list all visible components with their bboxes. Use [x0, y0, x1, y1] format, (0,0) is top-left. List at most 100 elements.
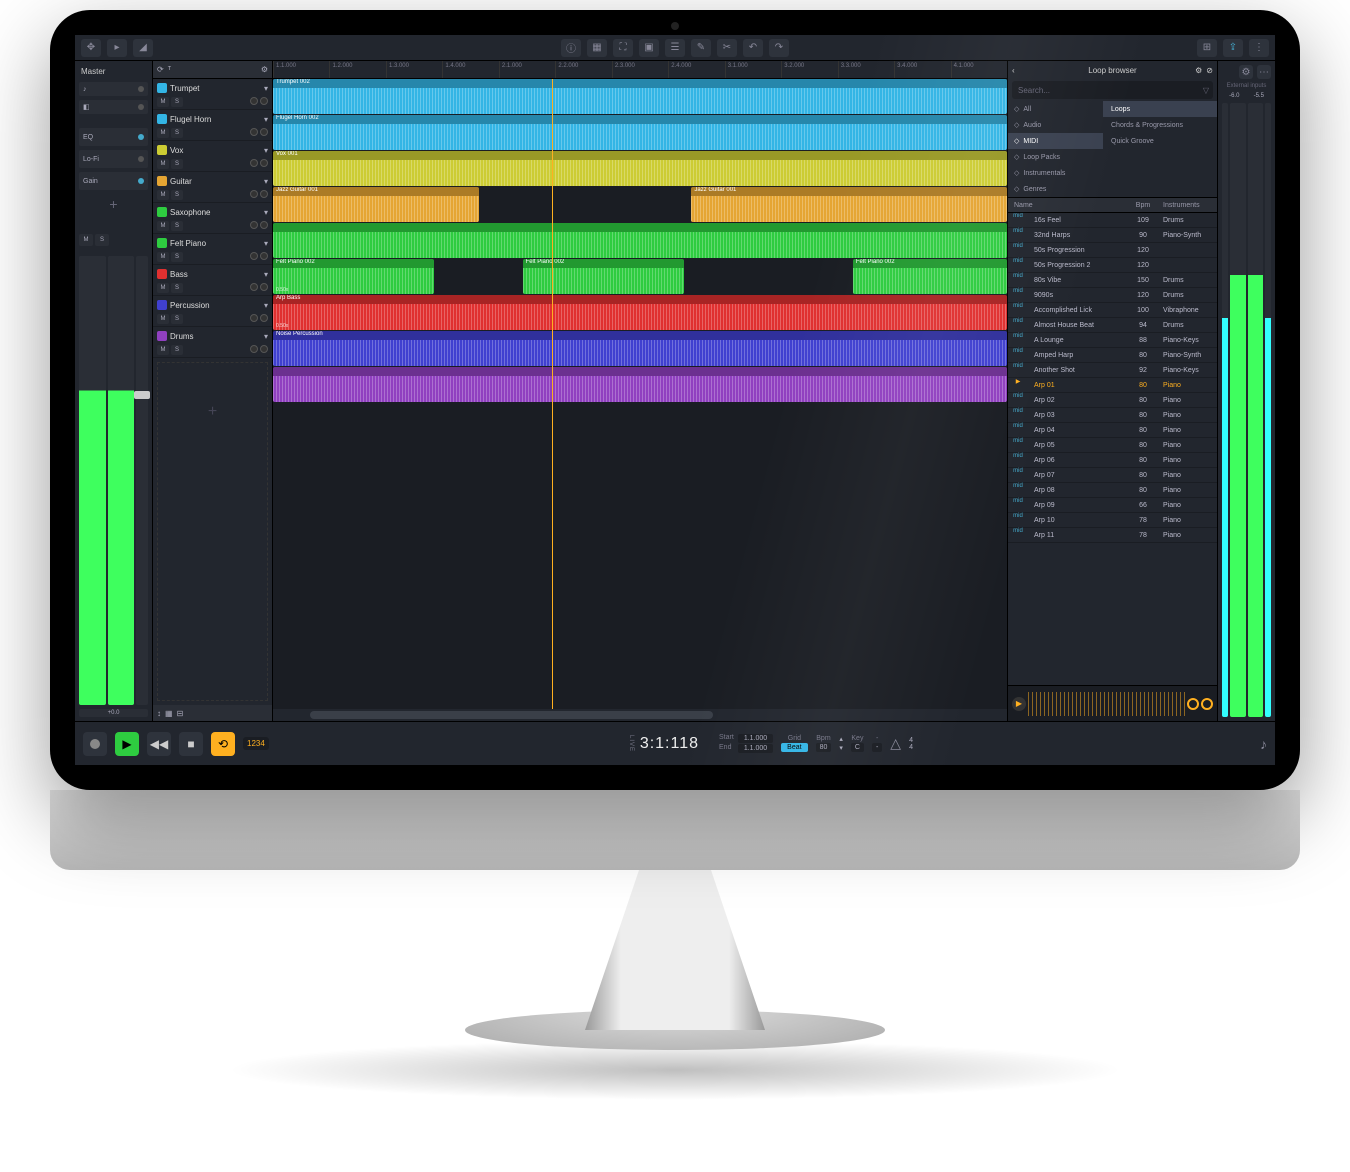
- pointer-tool-icon[interactable]: ▸: [107, 39, 127, 57]
- vertical-zoom-icon[interactable]: ↕: [157, 709, 161, 718]
- cut-icon[interactable]: ✂: [717, 39, 737, 57]
- gain-insert[interactable]: Gain: [79, 172, 148, 190]
- undo-icon[interactable]: ↶: [743, 39, 763, 57]
- track-lane[interactable]: Jazz Guitar 001 Jazz Guitar 001: [273, 187, 1007, 223]
- audio-clip[interactable]: Trumpet 002: [273, 79, 1007, 114]
- browser-category[interactable]: ◇Loop Packs: [1008, 149, 1103, 165]
- loop-row[interactable]: midAmped Harp80Piano-Synth: [1008, 348, 1217, 363]
- play-button[interactable]: ▶: [115, 732, 139, 756]
- marker-track-icon[interactable]: ᵀ: [168, 65, 171, 74]
- track-solo-button[interactable]: S: [171, 128, 183, 138]
- share-icon[interactable]: ⇪: [1223, 39, 1243, 57]
- record-button[interactable]: [83, 732, 107, 756]
- volume-knob[interactable]: [260, 283, 268, 291]
- track-expand-icon[interactable]: ▾: [264, 115, 268, 124]
- loop-end-field[interactable]: 1.1.000: [738, 744, 773, 753]
- grid-mode-button[interactable]: Beat: [781, 743, 807, 752]
- audio-clip[interactable]: Jazz Guitar 001: [273, 187, 479, 222]
- add-insert-button[interactable]: +: [79, 194, 148, 214]
- audio-clip[interactable]: Jazz Guitar 001: [691, 187, 1007, 222]
- track-solo-button[interactable]: S: [171, 190, 183, 200]
- audio-clip[interactable]: Felt Piano 002: [523, 259, 684, 294]
- audio-clip[interactable]: Noise Percussion: [273, 331, 1007, 366]
- track-row[interactable]: Vox▾MS: [153, 141, 272, 172]
- expand-icon[interactable]: ⛶: [613, 39, 633, 57]
- track-expand-icon[interactable]: ▾: [264, 146, 268, 155]
- browser-category[interactable]: ◇MIDI: [1008, 133, 1103, 149]
- track-solo-button[interactable]: S: [171, 314, 183, 324]
- grid-icon[interactable]: ▦: [587, 39, 607, 57]
- audio-clip[interactable]: [273, 223, 1007, 258]
- loop-button[interactable]: ⟲: [211, 732, 235, 756]
- track-solo-button[interactable]: S: [171, 252, 183, 262]
- track-row[interactable]: Percussion▾MS: [153, 296, 272, 327]
- scrollbar-thumb[interactable]: [310, 711, 714, 719]
- volume-knob[interactable]: [260, 314, 268, 322]
- track-lane[interactable]: Arp Bass0.50x: [273, 295, 1007, 331]
- track-lane[interactable]: Flugel Horn 002: [273, 115, 1007, 151]
- loop-row[interactable]: midArp 0480Piano: [1008, 423, 1217, 438]
- pan-knob[interactable]: [250, 159, 258, 167]
- browser-category[interactable]: ◇Instrumentals: [1008, 165, 1103, 181]
- track-expand-icon[interactable]: ▾: [264, 177, 268, 186]
- volume-knob[interactable]: [260, 252, 268, 260]
- count-in-button[interactable]: 1234: [243, 737, 269, 750]
- loop-row[interactable]: midArp 0880Piano: [1008, 483, 1217, 498]
- loop-row[interactable]: mid32nd Harps90Piano-Synth: [1008, 228, 1217, 243]
- track-lane[interactable]: Vox 001: [273, 151, 1007, 187]
- loop-row[interactable]: midArp 0966Piano: [1008, 498, 1217, 513]
- audio-clip[interactable]: Felt Piano 002: [853, 259, 1007, 294]
- add-track-button[interactable]: +: [157, 362, 268, 701]
- loop-row[interactable]: mid9090s120Drums: [1008, 288, 1217, 303]
- filter-icon[interactable]: ▽: [1203, 86, 1209, 95]
- track-row[interactable]: Drums▾MS: [153, 327, 272, 358]
- metronome-icon[interactable]: △: [890, 735, 901, 752]
- collapse-icon[interactable]: ⊟: [177, 709, 184, 718]
- track-settings-icon[interactable]: ⚙: [261, 65, 268, 74]
- time-ruler[interactable]: 1.1.0001.2.0001.3.0001.4.0002.1.0002.2.0…: [273, 61, 1007, 79]
- loop-row[interactable]: midAnother Shot92Piano-Keys: [1008, 363, 1217, 378]
- master-mono-toggle[interactable]: ◧: [79, 100, 148, 114]
- bpm-down-icon[interactable]: ▾: [839, 744, 843, 752]
- track-expand-icon[interactable]: ▾: [264, 332, 268, 341]
- loop-list[interactable]: mid16s Feel109Drumsmid32nd Harps90Piano-…: [1008, 213, 1217, 685]
- loop-row[interactable]: midArp 1178Piano: [1008, 528, 1217, 543]
- loop-row[interactable]: mid50s Progression 2120: [1008, 258, 1217, 273]
- horizontal-scrollbar[interactable]: [273, 709, 1007, 721]
- track-row[interactable]: Bass▾MS: [153, 265, 272, 296]
- lofi-insert[interactable]: Lo-Fi: [79, 150, 148, 168]
- preview-volume-knob[interactable]: [1187, 698, 1199, 710]
- pan-knob[interactable]: [250, 283, 258, 291]
- bpm-field[interactable]: 80: [816, 743, 832, 752]
- track-mute-button[interactable]: M: [157, 159, 169, 169]
- loop-row[interactable]: midArp 1078Piano: [1008, 513, 1217, 528]
- track-lane[interactable]: [273, 367, 1007, 403]
- pan-knob[interactable]: [250, 221, 258, 229]
- audio-clip[interactable]: Vox 001: [273, 151, 1007, 186]
- loop-start-field[interactable]: 1.1.000: [738, 734, 773, 743]
- track-lane[interactable]: Felt Piano 0020.50x Felt Piano 002 Felt Pi…: [273, 259, 1007, 295]
- pan-knob[interactable]: [250, 97, 258, 105]
- audio-clip[interactable]: Felt Piano 0020.50x: [273, 259, 434, 294]
- loop-row[interactable]: mid16s Feel109Drums: [1008, 213, 1217, 228]
- track-row[interactable]: Flugel Horn▾MS: [153, 110, 272, 141]
- time-position-display[interactable]: LIVE 3:1:118: [628, 735, 699, 753]
- track-solo-button[interactable]: S: [171, 283, 183, 293]
- pan-knob[interactable]: [250, 314, 258, 322]
- browser-subcategory[interactable]: Loops: [1103, 101, 1217, 117]
- loop-row[interactable]: midAccomplished Lick100Vibraphone: [1008, 303, 1217, 318]
- search-input[interactable]: Search... ▽: [1012, 81, 1213, 99]
- loop-row[interactable]: ▶Arp 0180Piano: [1008, 378, 1217, 393]
- rewind-button[interactable]: ◀◀: [147, 732, 171, 756]
- stop-button[interactable]: ■: [179, 732, 203, 756]
- track-mute-button[interactable]: M: [157, 345, 169, 355]
- tempo-track-icon[interactable]: ⟳: [157, 65, 164, 74]
- volume-knob[interactable]: [260, 97, 268, 105]
- volume-knob[interactable]: [260, 128, 268, 136]
- track-solo-button[interactable]: S: [171, 97, 183, 107]
- pan-knob[interactable]: [250, 345, 258, 353]
- key-field[interactable]: C: [851, 743, 864, 752]
- loop-row[interactable]: midArp 0680Piano: [1008, 453, 1217, 468]
- track-lane[interactable]: [273, 223, 1007, 259]
- redo-icon[interactable]: ↷: [769, 39, 789, 57]
